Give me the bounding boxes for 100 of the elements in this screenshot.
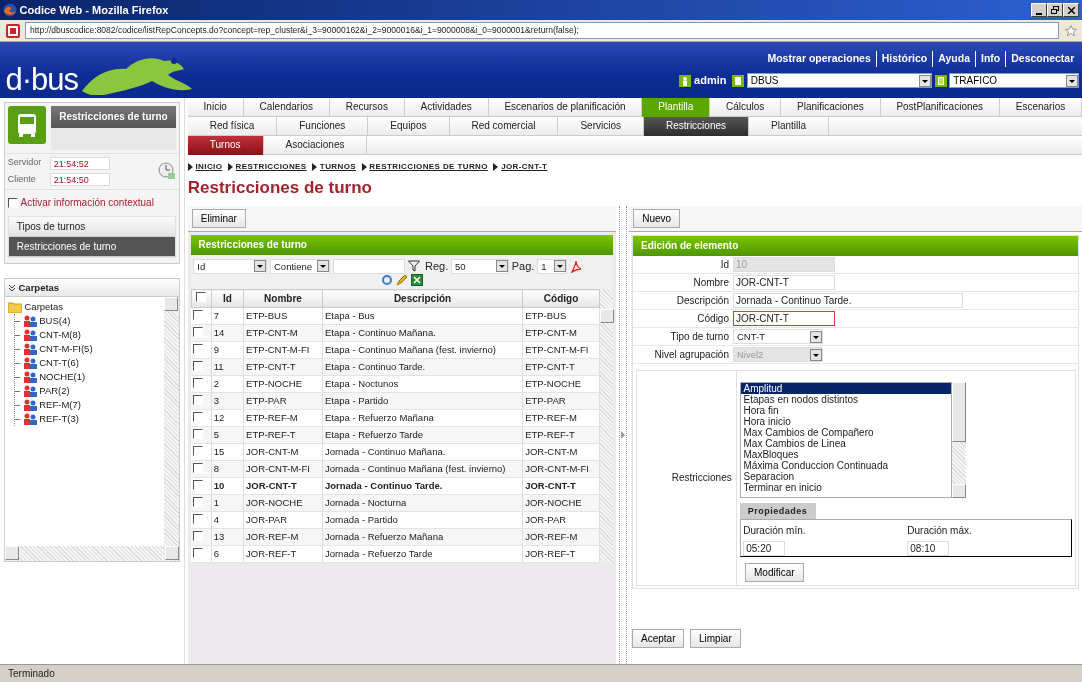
- checkbox[interactable]: [7, 197, 18, 208]
- search-field[interactable]: [332, 258, 405, 274]
- checkbox[interactable]: [193, 360, 203, 371]
- module-title: Restricciones de turno: [51, 105, 177, 128]
- list-option[interactable]: Max Cambios de Linea: [740, 437, 951, 449]
- checkbox[interactable]: [193, 428, 203, 439]
- dropdown[interactable]: DBUS: [746, 73, 932, 89]
- header-link[interactable]: Mostrar operaciones: [762, 51, 876, 67]
- header-link[interactable]: Ayuda: [932, 51, 975, 67]
- field-label: Id: [719, 258, 730, 272]
- dropdown[interactable]: 1: [537, 258, 568, 274]
- delete-button[interactable]: Eliminar: [191, 209, 246, 229]
- breadcrumb-link[interactable]: JOR-CNT-T: [501, 160, 548, 173]
- checkbox[interactable]: [193, 394, 203, 405]
- minimize-button[interactable]: [1031, 3, 1048, 17]
- people-icon: [22, 399, 37, 411]
- list-option[interactable]: Amplitud: [740, 382, 951, 394]
- menu-item[interactable]: Restricciones de turno: [8, 236, 176, 257]
- arrow-icon: [187, 162, 193, 171]
- input-field[interactable]: 05:20: [743, 540, 786, 556]
- tree-item[interactable]: BUS(4): [39, 314, 71, 328]
- header-link[interactable]: Info: [974, 51, 1006, 67]
- logo-text: d·bus: [5, 64, 79, 96]
- arrow-icon: [227, 162, 233, 171]
- action-button[interactable]: Aceptar: [632, 628, 685, 648]
- people-icon: [22, 315, 37, 327]
- modify-button[interactable]: Modificar: [745, 562, 804, 582]
- breadcrumb-link[interactable]: INICIO: [195, 160, 223, 173]
- filter-icon[interactable]: [407, 260, 420, 272]
- table-cell: JOR-CNT-M: [522, 443, 600, 461]
- tab[interactable]: Restricciones: [644, 117, 750, 136]
- table-cell: ETP-CNT-M-FI: [522, 341, 600, 359]
- people-icon: [22, 329, 37, 341]
- tree-item[interactable]: CNT-T(6): [39, 356, 79, 370]
- spreadsheet-icon[interactable]: [410, 274, 423, 287]
- list-box[interactable]: Amplitud Etapas en nodos distintos Hora fin Hora inicio Max Cambios de Compañero Max Cambios de Linea MaxBloques Máxima Conduccion Continuada Separacion Terminar en inicio: [739, 381, 952, 498]
- new-button[interactable]: Nuevo: [633, 209, 681, 229]
- dropdown[interactable]: TRAFICO: [949, 73, 1080, 89]
- list-option[interactable]: Hora inicio: [740, 415, 951, 427]
- tab[interactable]: Asociaciones: [263, 136, 368, 155]
- table-cell: 10: [211, 477, 244, 495]
- scrollbar[interactable]: [5, 546, 179, 562]
- tree-item[interactable]: PAR(2): [39, 384, 70, 398]
- scrollbar[interactable]: [600, 289, 613, 563]
- tab[interactable]: Turnos: [187, 136, 264, 155]
- input-field[interactable]: 08:10: [907, 540, 950, 556]
- menu-item[interactable]: Tipos de turnos: [8, 216, 176, 237]
- checkbox[interactable]: [193, 530, 203, 541]
- splitter-handle[interactable]: [619, 430, 626, 441]
- header-link[interactable]: Desconectar: [1005, 51, 1080, 67]
- tree-item[interactable]: CNT-M-FI(5): [39, 342, 93, 356]
- minimize-icon: [1036, 13, 1043, 16]
- scrollbar[interactable]: [164, 297, 179, 547]
- input-field[interactable]: JOR-CNT-T: [733, 311, 835, 326]
- table-cell: Etapa - Refuerzo Mañana: [322, 409, 523, 427]
- checkbox[interactable]: [196, 292, 207, 302]
- checkbox[interactable]: [193, 496, 203, 507]
- header-link[interactable]: Histórico: [875, 51, 933, 67]
- tree-item[interactable]: REF-T(3): [39, 412, 79, 426]
- close-button[interactable]: [1063, 3, 1080, 17]
- dropdown[interactable]: Id: [193, 258, 268, 274]
- dropdown[interactable]: CNT-T: [733, 329, 823, 344]
- list-option[interactable]: Separacion: [740, 470, 951, 482]
- list-option[interactable]: Máxima Conduccion Continuada: [740, 459, 951, 471]
- field-label: Restricciones: [671, 471, 732, 485]
- tree-item[interactable]: REF-M(7): [39, 398, 81, 412]
- star-icon[interactable]: [1064, 24, 1077, 37]
- tree-item[interactable]: CNT-M(8): [39, 328, 81, 342]
- dropdown[interactable]: 50: [451, 258, 509, 274]
- breadcrumb-link[interactable]: RESTRICCIONES: [235, 160, 307, 173]
- table-cell: ETP-NOCHE: [243, 375, 323, 393]
- breadcrumb-link[interactable]: TURNOS: [319, 160, 357, 173]
- address-field[interactable]: http://dbuscodice:8082/codice/listRepConcepts.do?concept=rep_cluster&i_3=90000162&i_2=9000016&i_1=9000008&i_0=9000001&return(false);: [25, 22, 1059, 39]
- tree-item[interactable]: NOCHE(1): [39, 370, 86, 384]
- people-icon: [22, 371, 37, 383]
- tab[interactable]: Propiedades: [739, 503, 816, 519]
- breadcrumb-link[interactable]: RESTRICCIONES DE TURNO: [369, 160, 488, 173]
- table-cell: ETP-CNT-M-FI: [243, 341, 323, 359]
- input-field[interactable]: Jornada - Continuo Tarde.: [733, 293, 963, 308]
- action-button[interactable]: Limpiar: [689, 628, 741, 648]
- list-option[interactable]: MaxBloques: [740, 448, 951, 460]
- pdf-icon[interactable]: [569, 259, 582, 273]
- table-cell: JOR-CNT-T: [522, 477, 600, 495]
- field-label: Nivel agrupación: [653, 348, 730, 362]
- table-cell: Jornada - Partido: [322, 511, 523, 529]
- table-cell: JOR-PAR: [243, 511, 323, 529]
- dropdown[interactable]: Contiene: [270, 258, 330, 274]
- tree-item[interactable]: Carpetas: [24, 300, 64, 314]
- refresh-icon[interactable]: [381, 274, 393, 287]
- list-option[interactable]: Max Cambios de Compañero: [740, 426, 951, 438]
- input-field[interactable]: JOR-CNT-T: [733, 275, 835, 290]
- checkbox[interactable]: [193, 462, 203, 473]
- list-option[interactable]: Hora fin: [740, 404, 951, 416]
- restore-button[interactable]: [1047, 3, 1064, 17]
- table-cell: JOR-CNT-T: [243, 477, 323, 495]
- table-cell: 7: [211, 307, 244, 325]
- list-option[interactable]: Etapas en nodos distintos: [740, 393, 951, 405]
- checkbox[interactable]: [193, 326, 203, 337]
- list-option[interactable]: Terminar en inicio: [740, 481, 951, 493]
- folder-icon: [7, 301, 22, 313]
